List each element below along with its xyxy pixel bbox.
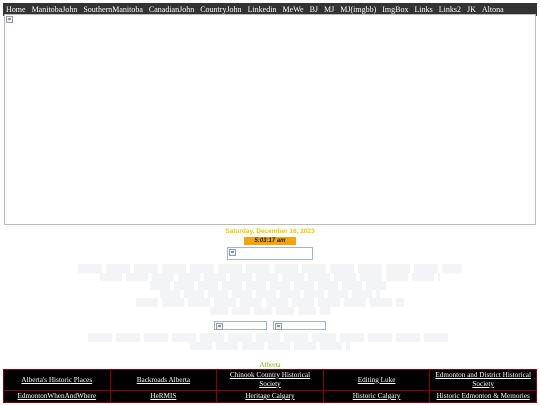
broken-image-icon (275, 323, 282, 330)
table-cell[interactable]: Heritage Calgary (216, 390, 324, 403)
table-cell[interactable]: Editing Luke (322, 369, 431, 391)
link-editing-luke[interactable]: Editing Luke (358, 376, 396, 384)
link-backroads-alberta[interactable]: Backroads Alberta (137, 376, 190, 384)
faint-text-block-2 (60, 333, 480, 350)
image-button-2[interactable] (273, 321, 326, 330)
link-hermis[interactable]: HeRMIS (150, 392, 176, 400)
link-alberta-historic-places[interactable]: Alberta's Historic Places (21, 376, 92, 384)
clock: 5:03:17 am (244, 237, 296, 245)
link-historic-calgary[interactable]: Historic Calgary (353, 392, 401, 400)
link-edmonton-district-historical[interactable]: Edmonton and District Historical Society (435, 371, 531, 388)
table-cell[interactable]: Alberta's Historic Places (3, 369, 111, 391)
table-cell[interactable]: HeRMIS (109, 390, 218, 403)
broken-image-icon (6, 16, 13, 23)
links-table: Alberta's Historic Places Backroads Albe… (3, 369, 537, 403)
table-row: Alberta's Historic Places Backroads Albe… (3, 369, 537, 391)
link-heritage-calgary[interactable]: Heritage Calgary (245, 392, 294, 400)
table-cell[interactable]: Chinook Country Historical Society (216, 369, 324, 391)
banner-image (4, 14, 536, 225)
broken-image-icon (216, 323, 223, 330)
table-cell[interactable]: Backroads Alberta (109, 369, 218, 391)
image-button-1[interactable] (214, 321, 267, 330)
current-date: Saturday, December 16, 2023 (225, 228, 315, 235)
table-cell[interactable]: Historic Calgary (322, 390, 431, 403)
table-cell[interactable]: Edmonton and District Historical Society (429, 369, 537, 391)
broken-image-icon (229, 249, 236, 256)
link-chinook-country[interactable]: Chinook Country Historical Society (230, 371, 310, 388)
table-cell[interactable]: Historic Edmonton & Memories (429, 390, 537, 403)
link-historic-edmonton-memories[interactable]: Historic Edmonton & Memories (437, 392, 530, 400)
faint-text-block (60, 264, 480, 315)
table-cell[interactable]: EdmontonWhenAndWhere (3, 390, 111, 403)
region-title: Alberta (259, 361, 281, 369)
link-edmonton-when-and-where[interactable]: EdmontonWhenAndWhere (17, 392, 96, 400)
table-row: EdmontonWhenAndWhere HeRMIS Heritage Cal… (3, 390, 537, 403)
image-banner-1[interactable] (227, 247, 313, 260)
